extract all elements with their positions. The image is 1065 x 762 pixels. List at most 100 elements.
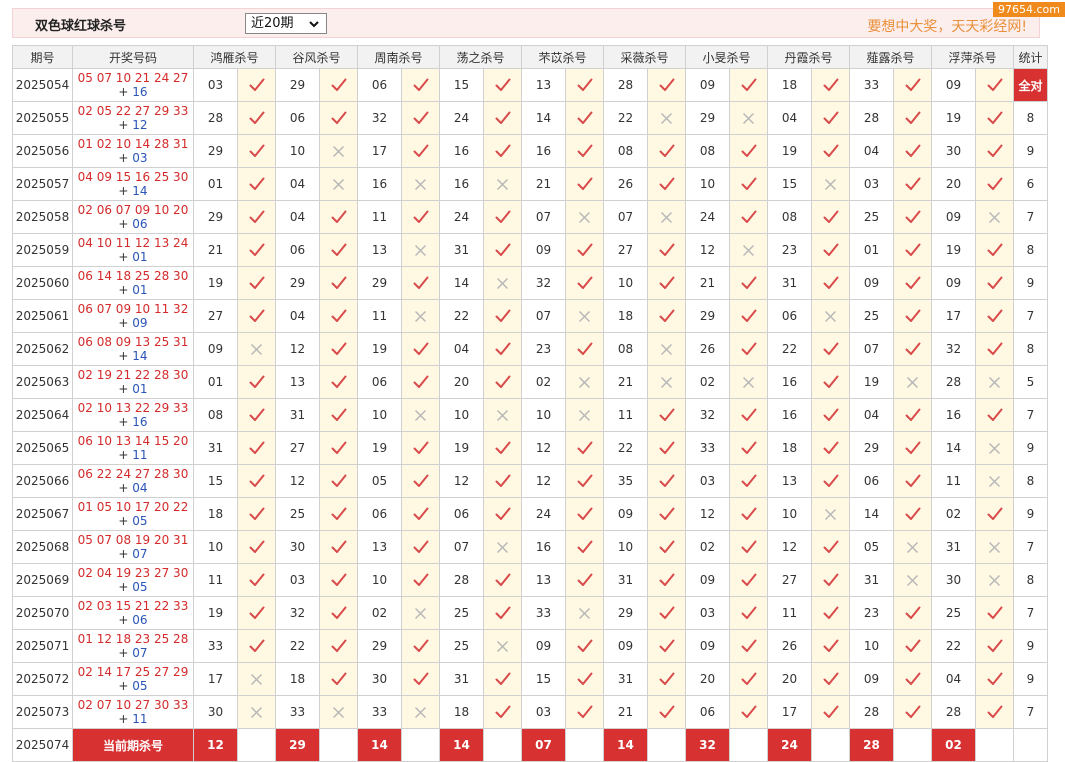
check-icon (319, 68, 358, 102)
issue-number: 2025055 (12, 101, 73, 135)
issue-number: 2025057 (12, 167, 73, 201)
cross-icon (483, 398, 522, 432)
kill-number: 22 (603, 431, 648, 465)
kill-number: 32 (931, 332, 976, 366)
check-icon (811, 464, 850, 498)
check-icon (483, 464, 522, 498)
column-header: 鸿雁杀号 (193, 45, 276, 69)
check-icon (729, 398, 768, 432)
check-icon (729, 596, 768, 630)
draw-numbers: 05 07 08 19 20 31 + 07 (72, 530, 194, 564)
issue-number: 2025072 (12, 662, 73, 696)
kill-number: 22 (931, 629, 976, 663)
kill-number: 28 (849, 695, 894, 729)
kill-number: 25 (275, 497, 320, 531)
blue-ball: 06 (132, 613, 148, 627)
period-select[interactable]: 近20期 (245, 13, 327, 34)
check-icon (319, 629, 358, 663)
predicted-kill-number: 29 (275, 728, 320, 762)
kill-number: 29 (849, 431, 894, 465)
kill-number: 13 (357, 530, 402, 564)
predicted-kill-number: 28 (849, 728, 894, 762)
red-balls: 02 03 15 21 22 33 (77, 599, 189, 613)
kill-number: 09 (685, 563, 730, 597)
check-icon (565, 464, 604, 498)
kill-number: 30 (357, 662, 402, 696)
cross-icon (893, 563, 932, 597)
kill-number: 33 (357, 695, 402, 729)
kill-number: 05 (357, 464, 402, 498)
slogan-link[interactable]: 要想中大奖，天天彩经网! (867, 16, 1027, 36)
kill-number: 02 (521, 365, 566, 399)
kill-number: 24 (521, 497, 566, 531)
kill-number: 09 (521, 233, 566, 267)
kill-number: 15 (439, 68, 484, 102)
check-icon (565, 266, 604, 300)
kill-number: 18 (767, 68, 812, 102)
kill-number: 23 (767, 233, 812, 267)
kill-number: 26 (767, 629, 812, 663)
check-icon (319, 431, 358, 465)
kill-number: 29 (685, 101, 730, 135)
check-icon (811, 200, 850, 234)
issue-number: 2025066 (12, 464, 73, 498)
kill-number: 09 (931, 200, 976, 234)
kill-number: 25 (439, 629, 484, 663)
check-icon (729, 68, 768, 102)
check-icon (729, 530, 768, 564)
red-balls: 02 14 17 25 27 29 (77, 665, 189, 679)
kill-number: 09 (685, 629, 730, 663)
column-header: 丹霞杀号 (767, 45, 850, 69)
kill-number: 10 (685, 167, 730, 201)
kill-number: 12 (521, 464, 566, 498)
kill-number: 28 (603, 68, 648, 102)
kill-number: 12 (685, 497, 730, 531)
check-icon (893, 431, 932, 465)
cross-icon (565, 596, 604, 630)
cross-icon (975, 200, 1014, 234)
table-row: 2025059 04 10 11 12 13 24 + 01 21 06 13 31 09 2… (12, 233, 1048, 267)
kill-number: 29 (357, 266, 402, 300)
check-icon (729, 431, 768, 465)
column-header: 周南杀号 (357, 45, 440, 69)
table-row: 2025064 02 10 13 22 29 33 + 16 08 31 10 10 10 1… (12, 398, 1048, 432)
kill-number: 05 (849, 530, 894, 564)
check-icon (319, 497, 358, 531)
cross-icon (975, 464, 1014, 498)
check-icon (237, 365, 276, 399)
check-icon (565, 662, 604, 696)
check-icon (647, 629, 686, 663)
draw-numbers: 02 04 19 23 27 30 + 05 (72, 563, 194, 597)
kill-number: 16 (521, 134, 566, 168)
kill-number: 33 (193, 629, 238, 663)
check-icon (729, 497, 768, 531)
column-header: 芣苡杀号 (521, 45, 604, 69)
cross-icon (729, 365, 768, 399)
draw-numbers: 02 14 17 25 27 29 + 05 (72, 662, 194, 696)
kill-number: 08 (193, 398, 238, 432)
issue-number: 2025063 (12, 365, 73, 399)
red-balls: 04 10 11 12 13 24 (77, 236, 189, 250)
check-icon (893, 299, 932, 333)
kill-number: 11 (603, 398, 648, 432)
check-icon (565, 68, 604, 102)
check-icon (319, 266, 358, 300)
check-icon (893, 134, 932, 168)
check-icon (811, 233, 850, 267)
kill-number: 26 (685, 332, 730, 366)
kill-number: 14 (439, 266, 484, 300)
check-icon (975, 662, 1014, 696)
kill-number: 09 (521, 629, 566, 663)
check-icon (565, 530, 604, 564)
check-icon (565, 431, 604, 465)
kill-number: 16 (357, 167, 402, 201)
kill-number: 03 (193, 68, 238, 102)
check-icon (811, 266, 850, 300)
cross-icon (401, 398, 440, 432)
check-icon (483, 662, 522, 696)
cross-icon (975, 365, 1014, 399)
kill-number: 10 (849, 629, 894, 663)
kill-number: 09 (849, 662, 894, 696)
draw-numbers: 06 10 13 14 15 20 + 11 (72, 431, 194, 465)
issue-number: 2025054 (12, 68, 73, 102)
